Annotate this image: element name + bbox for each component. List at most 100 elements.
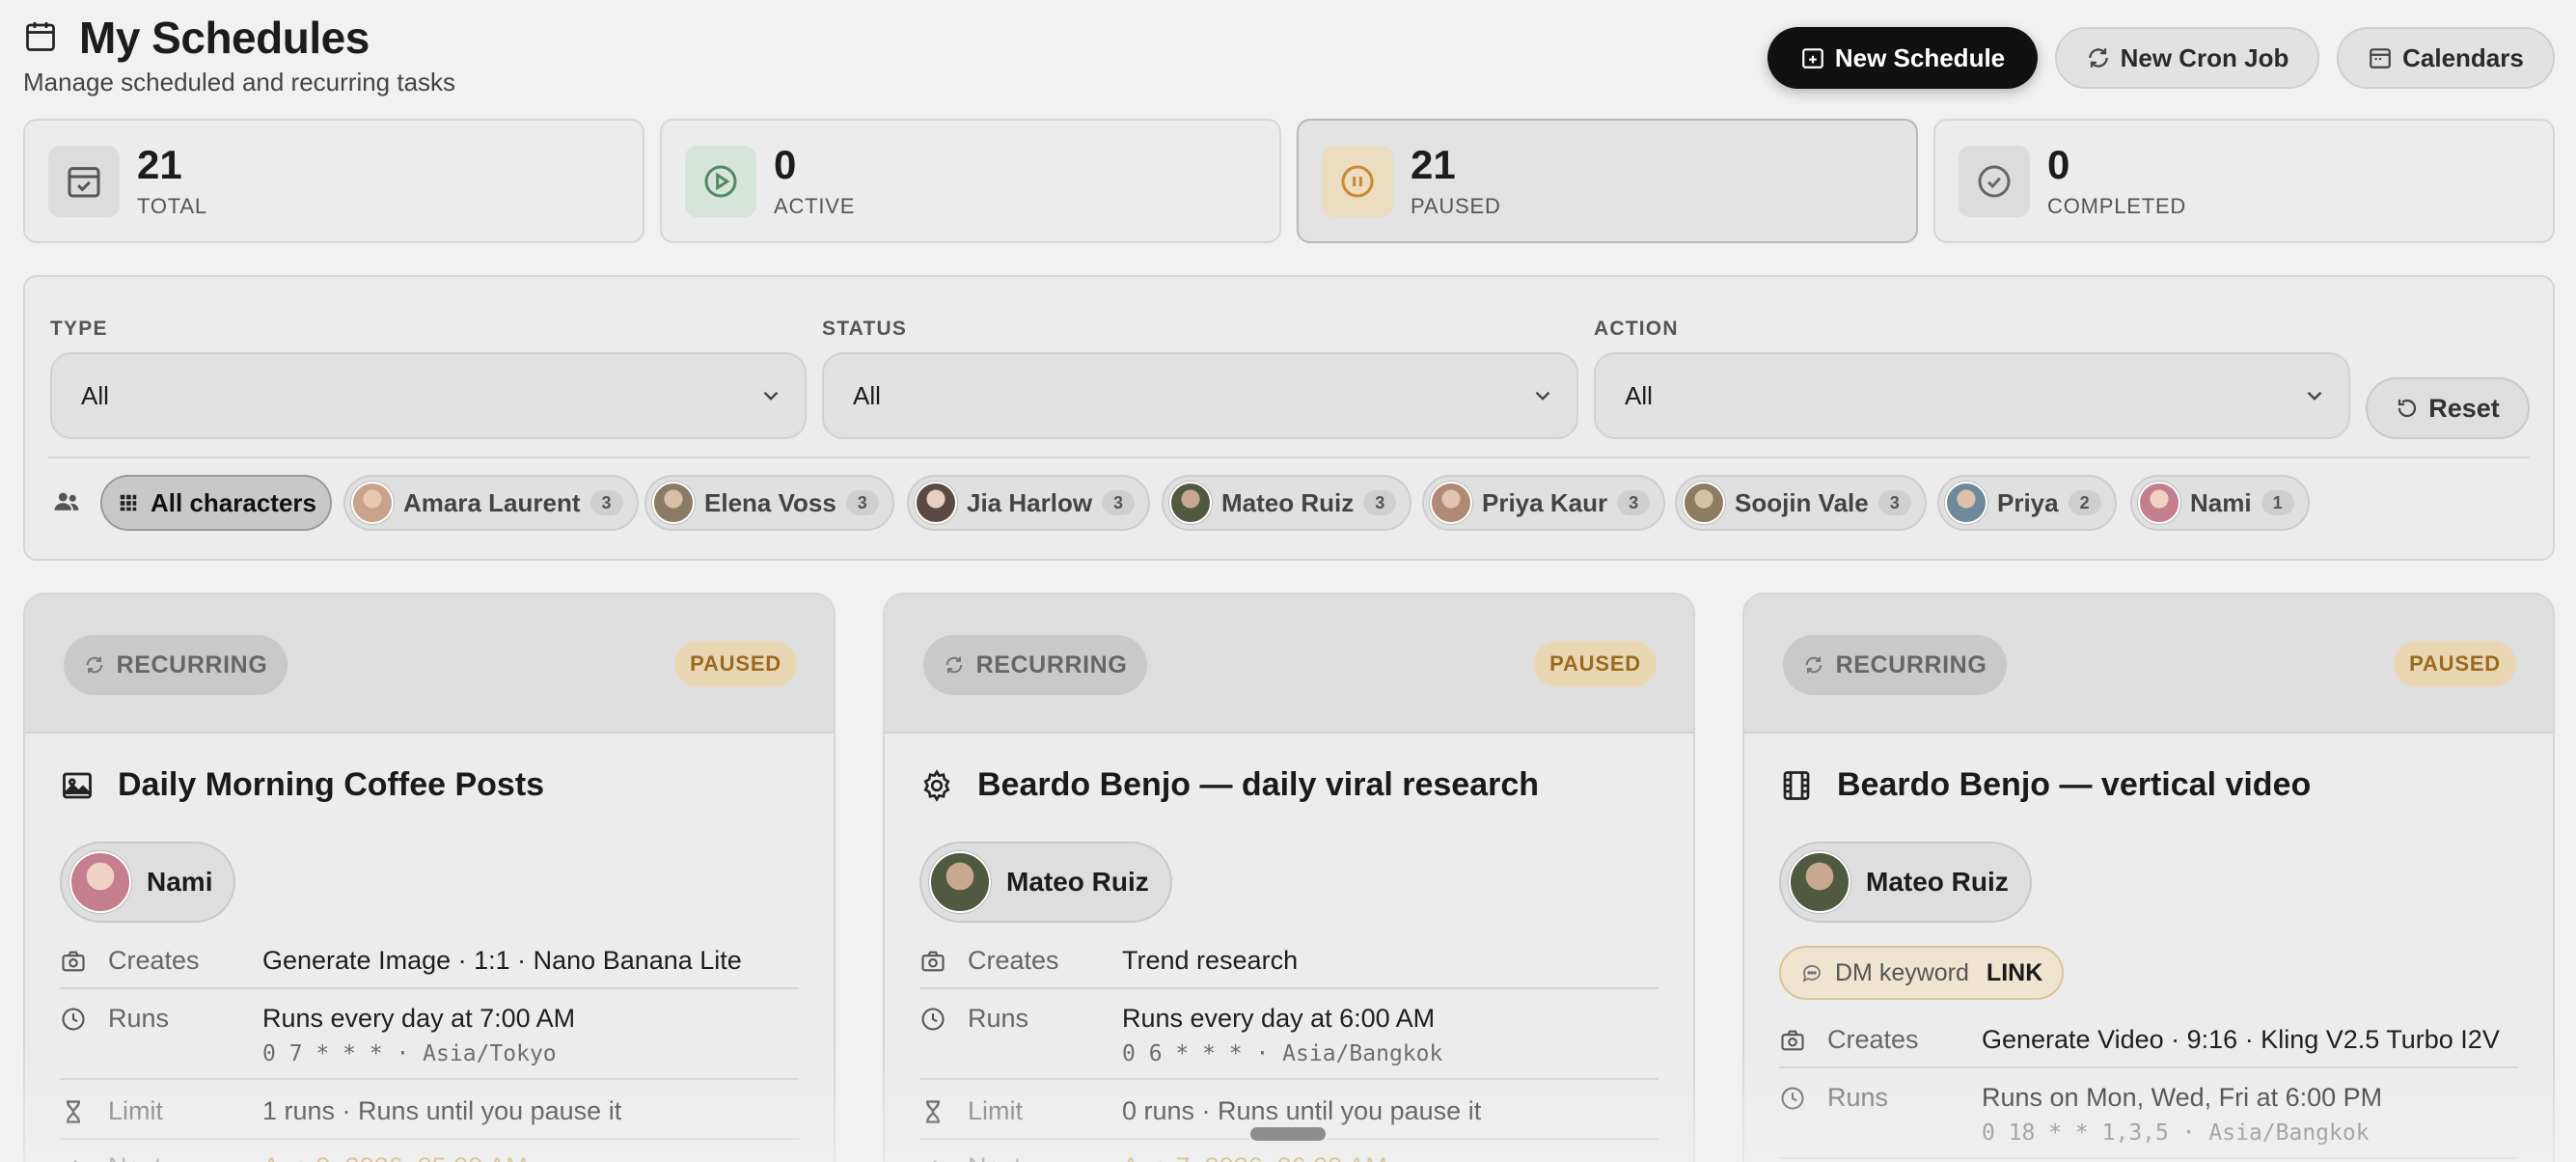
refresh-icon xyxy=(2088,48,2108,68)
gear-icon xyxy=(923,768,950,802)
schedule-card[interactable]: RECURRING PAUSED Daily Morning Coffee Po… xyxy=(23,593,836,1162)
character-chip-label: Elena Voss xyxy=(704,487,836,517)
check-circle-icon xyxy=(1978,165,2011,198)
avatar xyxy=(2138,482,2180,524)
card-title: Beardo Benjo — daily viral research xyxy=(977,766,1540,803)
character-pill[interactable]: Nami xyxy=(60,842,236,923)
character-chip-elena-voss[interactable]: Elena Voss 3 xyxy=(644,475,894,531)
character-count-badge: 3 xyxy=(1102,490,1136,515)
schedule-card[interactable]: RECURRING PAUSED Beardo Benjo — daily vi… xyxy=(883,593,1695,1162)
hourglass-icon xyxy=(67,1100,80,1123)
character-name: Nami xyxy=(147,867,213,897)
stat-paused[interactable]: 21 PAUSED xyxy=(1297,119,1918,243)
avatar xyxy=(652,482,695,524)
character-chip-label: All characters xyxy=(151,487,316,517)
status-select-value: All xyxy=(853,380,881,410)
stat-total[interactable]: 21 TOTAL xyxy=(23,119,644,243)
status-select[interactable]: All xyxy=(822,352,1578,439)
new-schedule-label: New Schedule xyxy=(1834,42,2006,72)
character-name: Mateo Ruiz xyxy=(1006,867,1149,897)
avatar xyxy=(1945,482,1987,524)
avatar xyxy=(1789,851,1850,913)
character-chip-amara-laurent[interactable]: Amara Laurent 3 xyxy=(343,475,639,531)
status-badge: PAUSED xyxy=(2394,641,2516,687)
recurring-badge: RECURRING xyxy=(923,635,1147,695)
chat-bubble-icon xyxy=(1802,965,1821,982)
runs-row: Runs Runs every day at 7:00 AM 0 7 * * *… xyxy=(60,1004,799,1080)
character-chip-label: Amara Laurent xyxy=(403,487,581,517)
creates-row: Creates Generate Image · 1:1 · Nano Bana… xyxy=(60,946,799,989)
stat-label: COMPLETED xyxy=(2047,194,2187,218)
character-chip-all[interactable]: All characters xyxy=(100,475,332,531)
cron-expression: 0 6 * * * · Asia/Bangkok xyxy=(1122,1041,1443,1066)
status-badge: PAUSED xyxy=(674,641,797,687)
stat-label: ACTIVE xyxy=(774,194,856,218)
avatar xyxy=(1683,482,1725,524)
action-select[interactable]: All xyxy=(1594,352,2350,439)
schedule-card[interactable]: RECURRING PAUSED Beardo Benjo — vertical… xyxy=(1742,593,2555,1162)
character-pill[interactable]: Mateo Ruiz xyxy=(919,842,1172,923)
character-chip-nami[interactable]: Nami 1 xyxy=(2130,475,2310,531)
character-pill[interactable]: Mateo Ruiz xyxy=(1779,842,2032,923)
stat-value: 0 xyxy=(774,142,797,187)
calendars-button[interactable]: Calendars xyxy=(2337,27,2555,89)
character-chip-priya[interactable]: Priya 2 xyxy=(1937,475,2117,531)
image-icon xyxy=(63,772,92,798)
runs-row: Runs Runs on Mon, Wed, Fri at 6:00 PM 0 … xyxy=(1779,1083,2518,1159)
stat-label: TOTAL xyxy=(137,194,207,218)
character-chip-label: Priya xyxy=(1997,487,2059,517)
stat-value: 0 xyxy=(2047,142,2070,187)
stat-active[interactable]: 0 ACTIVE xyxy=(660,119,1281,243)
arrow-right-icon xyxy=(933,1160,937,1162)
character-count-badge: 3 xyxy=(1363,490,1397,515)
type-filter-label: TYPE xyxy=(50,318,108,340)
scroll-indicator[interactable] xyxy=(1250,1127,1326,1141)
character-count-badge: 3 xyxy=(1877,490,1911,515)
calendar-icon xyxy=(2370,48,2391,69)
character-chip-priya-kaur[interactable]: Priya Kaur 3 xyxy=(1422,475,1666,531)
character-chip-label: Priya Kaur xyxy=(1482,487,1608,517)
stat-label: PAUSED xyxy=(1411,194,1501,218)
next-row: Next Aug 9, 2026, 05:00 AM xyxy=(60,1152,799,1162)
new-schedule-button[interactable]: New Schedule xyxy=(1768,27,2038,89)
character-name: Mateo Ruiz xyxy=(1866,867,2009,897)
action-filter-label: ACTION xyxy=(1594,318,1679,340)
clock-icon xyxy=(62,1008,85,1031)
stat-value: 21 xyxy=(137,142,182,187)
character-chip-soojin-vale[interactable]: Soojin Vale 3 xyxy=(1675,475,1927,531)
film-icon xyxy=(1783,770,1810,800)
card-title: Daily Morning Coffee Posts xyxy=(118,766,545,803)
new-cron-job-label: New Cron Job xyxy=(2120,42,2289,72)
camera-icon xyxy=(62,951,85,972)
chevron-down-icon xyxy=(1535,391,1550,401)
character-count-badge: 2 xyxy=(2068,490,2101,515)
recurring-badge: RECURRING xyxy=(64,635,288,695)
character-chip-mateo-ruiz[interactable]: Mateo Ruiz 3 xyxy=(1162,475,1412,531)
calendars-label: Calendars xyxy=(2402,42,2524,72)
reset-label: Reset xyxy=(2428,393,2500,423)
page-title: My Schedules xyxy=(79,13,370,63)
recurring-badge: RECURRING xyxy=(1783,635,2007,695)
character-count-badge: 3 xyxy=(845,490,879,515)
character-chip-label: Nami xyxy=(2190,487,2252,517)
calendar-icon xyxy=(26,22,55,51)
reset-button[interactable]: Reset xyxy=(2366,377,2530,439)
stat-completed[interactable]: 0 COMPLETED xyxy=(1933,119,2555,243)
camera-icon xyxy=(921,951,945,972)
avatar xyxy=(69,851,131,913)
new-cron-job-button[interactable]: New Cron Job xyxy=(2055,27,2319,89)
hourglass-icon xyxy=(926,1100,940,1123)
chevron-down-icon xyxy=(763,391,779,401)
filter-divider xyxy=(48,456,2530,458)
creates-row: Creates Trend research xyxy=(919,946,1658,989)
type-select[interactable]: All xyxy=(50,352,807,439)
chevron-down-icon xyxy=(2307,391,2322,401)
avatar xyxy=(929,851,991,913)
character-count-badge: 1 xyxy=(2261,490,2294,515)
filter-panel: TYPE All STATUS All ACTION All Reset All… xyxy=(23,275,2555,561)
cron-expression: 0 18 * * 1,3,5 · Asia/Bangkok xyxy=(1982,1120,2370,1146)
character-count-badge: 3 xyxy=(589,490,623,515)
clock-icon xyxy=(921,1008,945,1031)
character-chip-jia-harlow[interactable]: Jia Harlow 3 xyxy=(907,475,1151,531)
character-count-badge: 3 xyxy=(1617,490,1651,515)
